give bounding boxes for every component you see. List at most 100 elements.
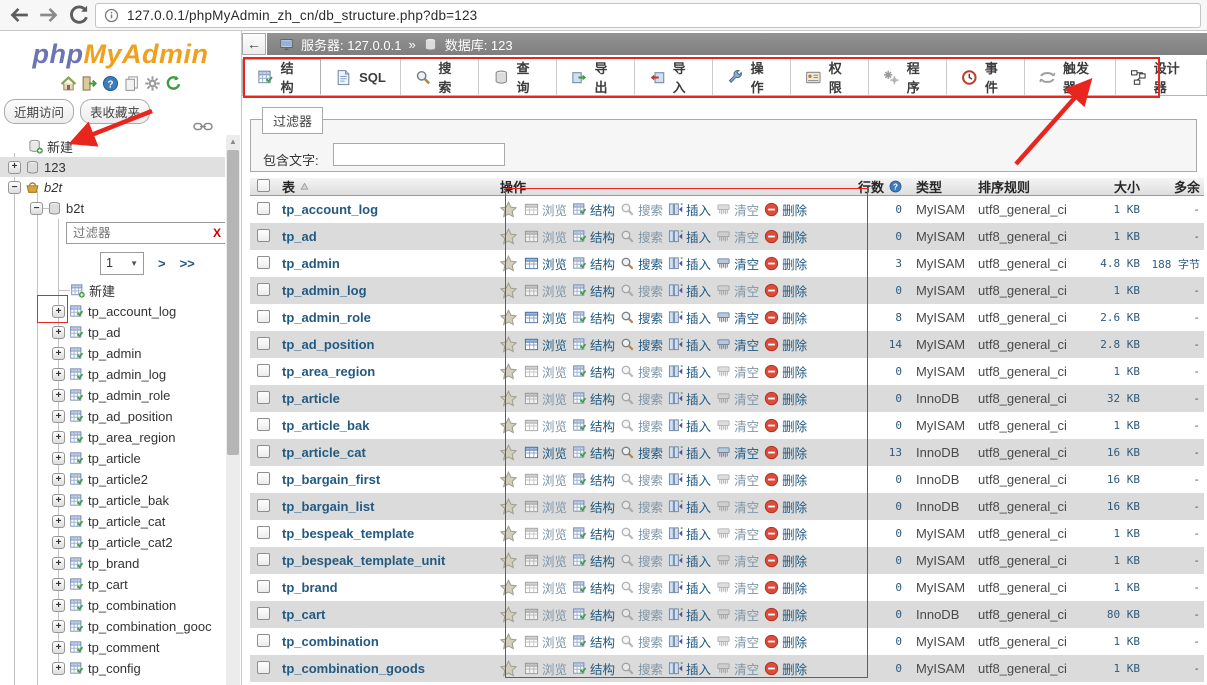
browse-link[interactable]: 浏览 <box>524 605 567 624</box>
tree-database-b2t[interactable]: b2t <box>66 201 84 216</box>
tree-expander[interactable]: − <box>8 181 21 194</box>
insert-link[interactable]: 插入 <box>668 470 711 489</box>
insert-link[interactable]: 插入 <box>668 362 711 381</box>
tree-filter[interactable]: X <box>66 222 225 244</box>
drop-link[interactable]: 删除 <box>764 227 807 246</box>
header-collation[interactable]: 排序规则 <box>974 177 1082 196</box>
browse-link[interactable]: 浏览 <box>524 470 567 489</box>
structure-link[interactable]: 结构 <box>572 497 615 516</box>
drop-link[interactable]: 删除 <box>764 470 807 489</box>
empty-link[interactable]: 清空 <box>716 632 759 651</box>
empty-link[interactable]: 清空 <box>716 389 759 408</box>
browse-link[interactable]: 浏览 <box>524 389 567 408</box>
row-checkbox[interactable] <box>257 634 270 647</box>
empty-link[interactable]: 清空 <box>716 605 759 624</box>
drop-link[interactable]: 删除 <box>764 524 807 543</box>
search-link[interactable]: 搜索 <box>620 551 663 570</box>
settings-icon[interactable] <box>144 75 161 92</box>
empty-link[interactable]: 清空 <box>716 470 759 489</box>
favorite-tables-button[interactable]: 表收藏夹 <box>80 99 150 124</box>
structure-link[interactable]: 结构 <box>572 416 615 435</box>
browser-forward-icon[interactable] <box>38 4 60 26</box>
tree-table-item[interactable]: tp_combination <box>88 598 176 613</box>
tree-table-item[interactable]: tp_area_region <box>88 430 175 445</box>
insert-link[interactable]: 插入 <box>668 389 711 408</box>
favorite-star-icon[interactable] <box>500 417 517 434</box>
tree-new-database[interactable]: 新建 <box>47 137 73 156</box>
tab-4[interactable]: 导出 <box>557 59 635 95</box>
docs-icon[interactable] <box>123 75 140 92</box>
empty-link[interactable]: 清空 <box>716 416 759 435</box>
table-name-link[interactable]: tp_bespeak_template <box>282 526 414 541</box>
structure-link[interactable]: 结构 <box>572 605 615 624</box>
browse-link[interactable]: 浏览 <box>524 551 567 570</box>
tree-table-item[interactable]: tp_article_cat2 <box>88 535 173 550</box>
empty-link[interactable]: 清空 <box>716 335 759 354</box>
collation[interactable]: utf8_general_ci <box>974 418 1082 433</box>
empty-link[interactable]: 清空 <box>716 200 759 219</box>
browse-link[interactable]: 浏览 <box>524 254 567 273</box>
search-link[interactable]: 搜索 <box>620 659 663 678</box>
collation[interactable]: utf8_general_ci <box>974 256 1082 271</box>
recent-tables-button[interactable]: 近期访问 <box>4 99 74 124</box>
phpmyadmin-logo[interactable]: phpMyAdmin <box>0 39 241 70</box>
tab-11[interactable]: 设计器 <box>1116 59 1207 95</box>
insert-link[interactable]: 插入 <box>668 632 711 651</box>
drop-link[interactable]: 删除 <box>764 281 807 300</box>
filter-input[interactable] <box>333 143 505 166</box>
table-name-link[interactable]: tp_combination <box>282 634 379 649</box>
tab-10[interactable]: 触发器 <box>1025 59 1116 95</box>
collation[interactable]: utf8_general_ci <box>974 202 1082 217</box>
page-info-icon[interactable] <box>104 8 119 23</box>
structure-link[interactable]: 结构 <box>572 335 615 354</box>
collation[interactable]: utf8_general_ci <box>974 445 1082 460</box>
insert-link[interactable]: 插入 <box>668 254 711 273</box>
insert-link[interactable]: 插入 <box>668 497 711 516</box>
search-link[interactable]: 搜索 <box>620 605 663 624</box>
collation[interactable]: utf8_general_ci <box>974 391 1082 406</box>
tree-expander[interactable]: + <box>52 368 65 381</box>
table-name-link[interactable]: tp_bespeak_template_unit <box>282 553 445 568</box>
search-link[interactable]: 搜索 <box>620 389 663 408</box>
home-icon[interactable] <box>60 75 77 92</box>
scroll-up-icon[interactable]: ▲ <box>226 137 240 146</box>
browse-link[interactable]: 浏览 <box>524 200 567 219</box>
tab-9[interactable]: 事件 <box>947 59 1025 95</box>
insert-link[interactable]: 插入 <box>668 578 711 597</box>
empty-link[interactable]: 清空 <box>716 551 759 570</box>
favorite-star-icon[interactable] <box>500 309 517 326</box>
empty-link[interactable]: 清空 <box>716 578 759 597</box>
structure-link[interactable]: 结构 <box>572 524 615 543</box>
collation[interactable]: utf8_general_ci <box>974 364 1082 379</box>
browse-link[interactable]: 浏览 <box>524 416 567 435</box>
tree-expander[interactable]: + <box>52 515 65 528</box>
structure-link[interactable]: 结构 <box>572 443 615 462</box>
tree-table-item[interactable]: tp_article_cat <box>88 514 165 529</box>
drop-link[interactable]: 删除 <box>764 200 807 219</box>
scrollbar-thumb[interactable] <box>227 150 239 455</box>
tab-2[interactable]: 搜索 <box>401 59 479 95</box>
rows-help-icon[interactable]: ? <box>889 180 902 193</box>
tree-filter-input[interactable] <box>71 225 209 241</box>
structure-link[interactable]: 结构 <box>572 659 615 678</box>
insert-link[interactable]: 插入 <box>668 416 711 435</box>
tree-expander[interactable]: − <box>30 202 43 215</box>
search-link[interactable]: 搜索 <box>620 335 663 354</box>
row-checkbox[interactable] <box>257 229 270 242</box>
browse-link[interactable]: 浏览 <box>524 524 567 543</box>
structure-link[interactable]: 结构 <box>572 632 615 651</box>
browse-link[interactable]: 浏览 <box>524 362 567 381</box>
structure-link[interactable]: 结构 <box>572 308 615 327</box>
drop-link[interactable]: 删除 <box>764 578 807 597</box>
breadcrumb-database[interactable]: 数据库: 123 <box>445 35 513 54</box>
tab-0[interactable]: 结构 <box>242 59 321 95</box>
browse-link[interactable]: 浏览 <box>524 632 567 651</box>
favorite-star-icon[interactable] <box>500 255 517 272</box>
tree-table-item[interactable]: tp_ad_position <box>88 409 173 424</box>
tab-8[interactable]: 程序 <box>869 59 947 95</box>
insert-link[interactable]: 插入 <box>668 605 711 624</box>
drop-link[interactable]: 删除 <box>764 389 807 408</box>
row-checkbox[interactable] <box>257 472 270 485</box>
row-checkbox[interactable] <box>257 445 270 458</box>
favorite-star-icon[interactable] <box>500 363 517 380</box>
